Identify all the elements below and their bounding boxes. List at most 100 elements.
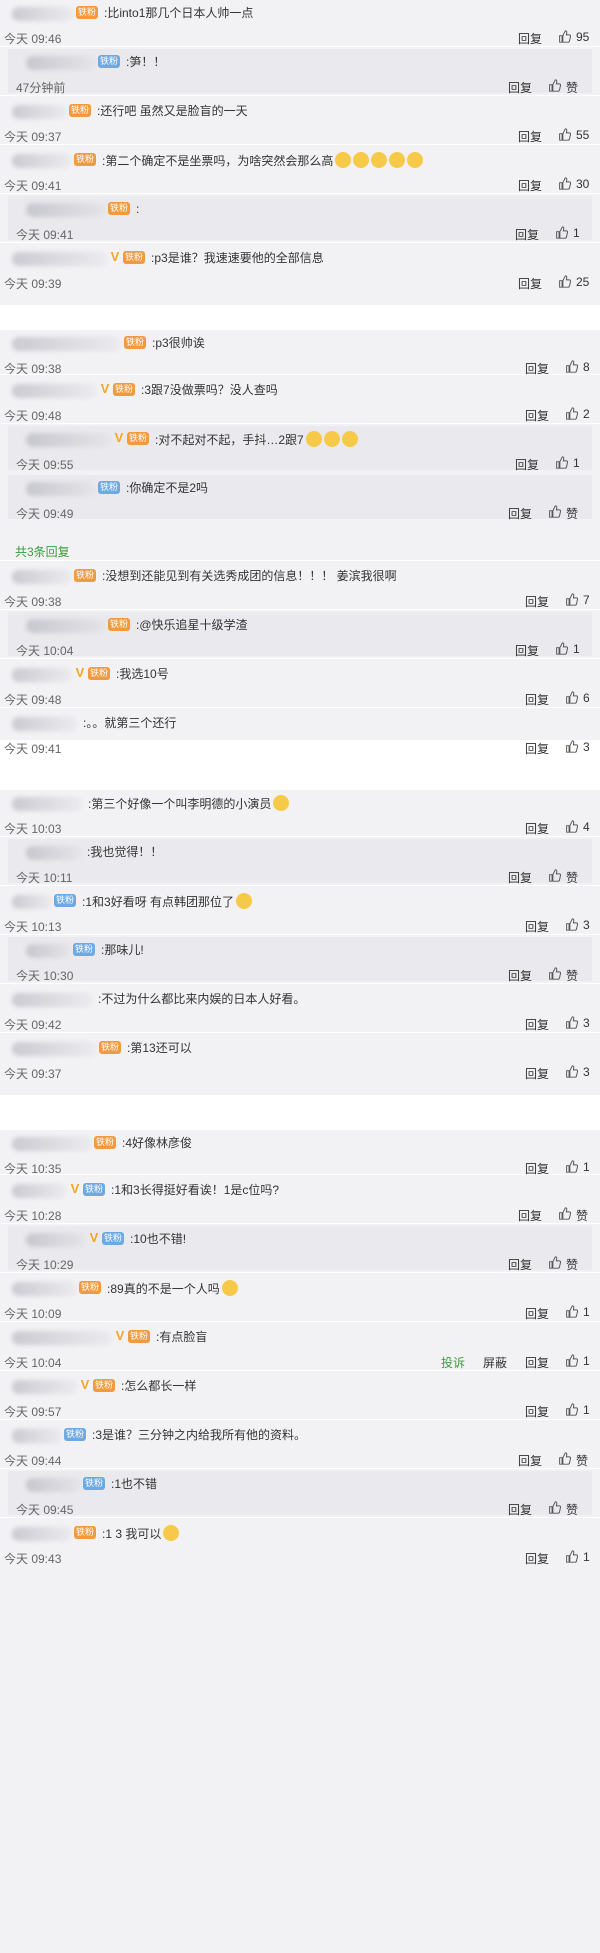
reply-button[interactable]: 回复 (525, 1065, 549, 1082)
username[interactable] (12, 1429, 62, 1443)
like-count[interactable]: 3 (583, 1065, 590, 1079)
reply-button[interactable]: 回复 (508, 967, 532, 984)
like-count[interactable]: 2 (583, 407, 590, 421)
reply-button[interactable]: 回复 (525, 820, 549, 837)
username[interactable] (12, 252, 107, 266)
reply-button[interactable]: 回复 (525, 593, 549, 610)
like-count[interactable]: 1 (583, 1305, 590, 1319)
like-count[interactable]: 95 (576, 30, 589, 44)
username[interactable] (12, 895, 52, 909)
reply-button[interactable]: 回复 (525, 740, 549, 757)
reply-button[interactable]: 回复 (525, 407, 549, 424)
like-count[interactable]: 8 (583, 360, 590, 374)
reply-button[interactable]: 回复 (525, 1016, 549, 1033)
thumbs-up-icon[interactable] (555, 642, 569, 655)
thumbs-up-icon[interactable] (558, 128, 572, 141)
username[interactable] (12, 337, 122, 351)
username[interactable] (12, 993, 92, 1007)
thumbs-up-icon[interactable] (558, 1452, 572, 1465)
thumbs-up-icon[interactable] (565, 1403, 579, 1416)
reply-button[interactable]: 回复 (518, 177, 542, 194)
like-count[interactable]: 25 (576, 275, 589, 289)
username[interactable] (12, 1331, 112, 1345)
username[interactable] (26, 56, 96, 70)
thumbs-up-icon[interactable] (548, 1256, 562, 1269)
more-replies-link[interactable]: 共3条回复 (15, 543, 70, 560)
reply-button[interactable]: 回复 (508, 1501, 532, 1518)
reply-button[interactable]: 回复 (515, 226, 539, 243)
username[interactable] (26, 846, 81, 860)
like-count[interactable]: 6 (583, 691, 590, 705)
reply-button[interactable]: 回复 (508, 505, 532, 522)
username[interactable] (12, 570, 72, 584)
thumbs-up-icon[interactable] (565, 1550, 579, 1563)
like-count[interactable]: 1 (583, 1160, 590, 1174)
thumbs-up-icon[interactable] (548, 967, 562, 980)
username[interactable] (12, 668, 72, 682)
thumbs-up-icon[interactable] (565, 820, 579, 833)
reply-button[interactable]: 回复 (515, 456, 539, 473)
thumbs-up-icon[interactable] (548, 79, 562, 92)
username[interactable] (12, 1137, 92, 1151)
reply-button[interactable]: 回复 (525, 918, 549, 935)
thumbs-up-icon[interactable] (555, 456, 569, 469)
like-count[interactable]: 赞 (566, 505, 578, 522)
username[interactable] (12, 1184, 67, 1198)
username[interactable] (12, 717, 77, 731)
username[interactable] (12, 1527, 72, 1541)
like-count[interactable]: 7 (583, 593, 590, 607)
username[interactable] (26, 944, 71, 958)
username[interactable] (12, 1042, 97, 1056)
thumbs-up-icon[interactable] (565, 1065, 579, 1078)
like-count[interactable]: 1 (583, 1550, 590, 1564)
reply-button[interactable]: 回复 (518, 275, 542, 292)
thumbs-up-icon[interactable] (558, 275, 572, 288)
thumbs-up-icon[interactable] (548, 869, 562, 882)
reply-button[interactable]: 回复 (518, 1207, 542, 1224)
reply-button[interactable]: 回复 (525, 360, 549, 377)
like-count[interactable]: 1 (573, 226, 580, 240)
like-count[interactable]: 3 (583, 918, 590, 932)
like-count[interactable]: 3 (583, 740, 590, 754)
reply-button[interactable]: 回复 (525, 1305, 549, 1322)
like-count[interactable]: 55 (576, 128, 589, 142)
like-count[interactable]: 赞 (566, 869, 578, 886)
like-count[interactable]: 3 (583, 1016, 590, 1030)
username[interactable] (26, 482, 96, 496)
thumbs-up-icon[interactable] (565, 360, 579, 373)
username[interactable] (12, 1380, 77, 1394)
username[interactable] (26, 203, 106, 217)
thumbs-up-icon[interactable] (565, 1016, 579, 1029)
username[interactable] (26, 619, 106, 633)
thumbs-up-icon[interactable] (558, 30, 572, 43)
like-count[interactable]: 赞 (576, 1207, 588, 1224)
thumbs-up-icon[interactable] (565, 593, 579, 606)
reply-button[interactable]: 回复 (508, 869, 532, 886)
username[interactable] (12, 154, 72, 168)
thumbs-up-icon[interactable] (565, 1160, 579, 1173)
username[interactable] (26, 1233, 86, 1247)
username[interactable] (12, 384, 97, 398)
like-count[interactable]: 赞 (566, 1256, 578, 1273)
like-count[interactable]: 30 (576, 177, 589, 191)
reply-button[interactable]: 回复 (518, 1452, 542, 1469)
thumbs-up-icon[interactable] (565, 1305, 579, 1318)
reply-button[interactable]: 回复 (518, 128, 542, 145)
reply-button[interactable]: 回复 (525, 1550, 549, 1567)
like-count[interactable]: 1 (573, 456, 580, 470)
thumbs-up-icon[interactable] (565, 691, 579, 704)
thumbs-up-icon[interactable] (565, 407, 579, 420)
thumbs-up-icon[interactable] (565, 1354, 579, 1367)
thumbs-up-icon[interactable] (565, 918, 579, 931)
reply-button[interactable]: 回复 (508, 1256, 532, 1273)
thumbs-up-icon[interactable] (565, 740, 579, 753)
like-count[interactable]: 赞 (566, 79, 578, 96)
thumbs-up-icon[interactable] (555, 226, 569, 239)
thumbs-up-icon[interactable] (558, 1207, 572, 1220)
block-button[interactable]: 屏蔽 (483, 1354, 507, 1371)
username[interactable] (26, 1478, 81, 1492)
thumbs-up-icon[interactable] (548, 1501, 562, 1514)
username[interactable] (26, 433, 111, 447)
username[interactable] (12, 105, 67, 119)
thumbs-up-icon[interactable] (558, 177, 572, 190)
